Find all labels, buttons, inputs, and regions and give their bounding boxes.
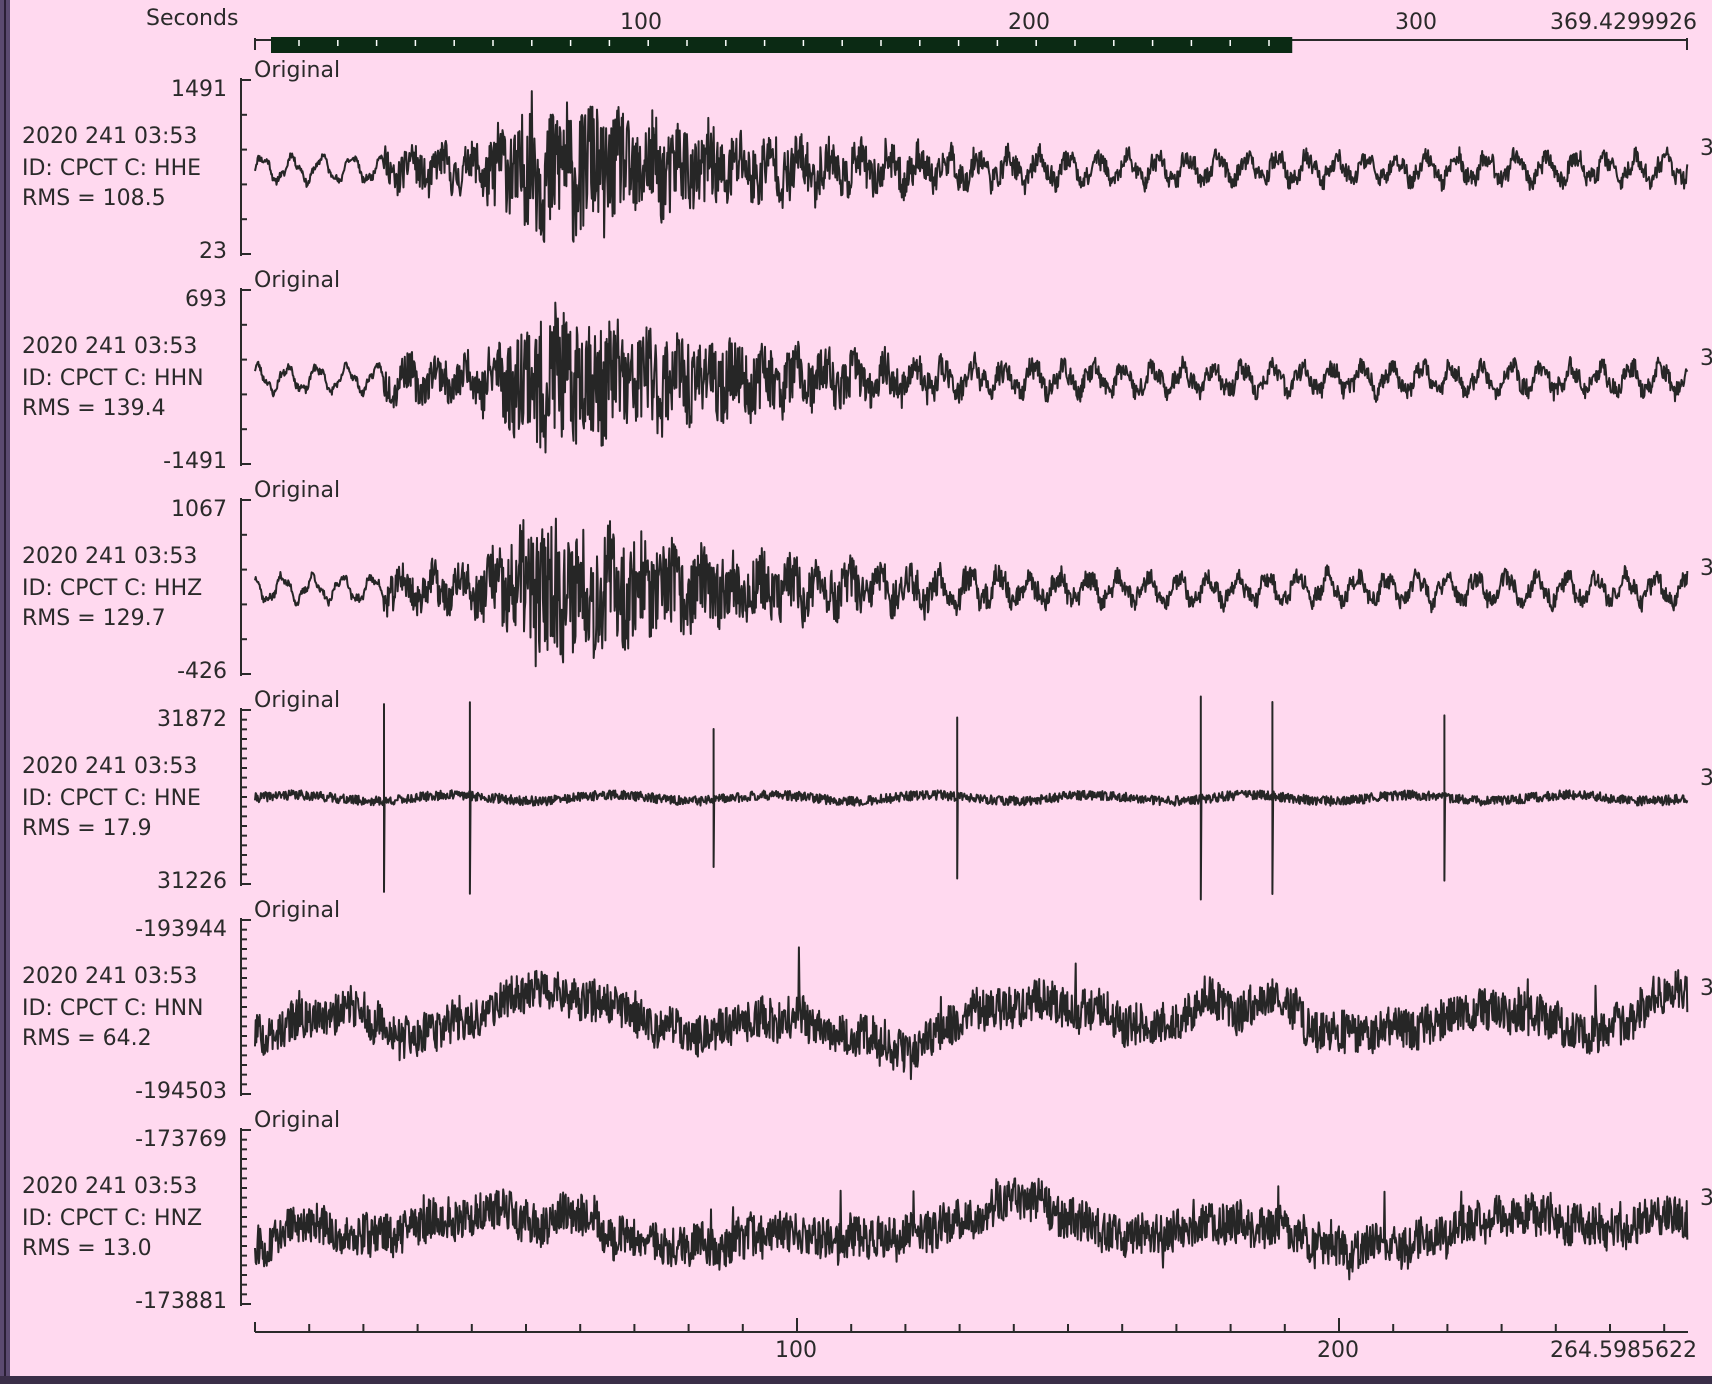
amplitude-min-label: 31226 — [157, 869, 227, 894]
amplitude-max-label: -173769 — [135, 1127, 227, 1152]
trace-rms-label: RMS = 108.5 — [22, 186, 166, 211]
trace-date-label: 2020 241 03:53 — [22, 334, 197, 359]
amplitude-max-label: 693 — [185, 287, 227, 312]
right-edge-tag: 3 — [1700, 1186, 1712, 1211]
trace-id-label: ID: CPCT C: HNZ — [22, 1206, 202, 1231]
panel-tag: Original — [254, 898, 340, 923]
time-scroll-thumb[interactable] — [271, 37, 1293, 53]
trace-rms-label: RMS = 129.7 — [22, 606, 166, 631]
waveform-trace[interactable] — [254, 517, 1689, 668]
right-edge-tag: 3 — [1700, 556, 1712, 581]
trace-panel[interactable]: Original -193944 2020 241 03:53 ID: CPCT… — [22, 898, 1712, 1104]
trace-rms-label: RMS = 64.2 — [22, 1026, 152, 1051]
trace-id-label: ID: CPCT C: HHN — [22, 366, 204, 391]
amplitude-axis — [240, 288, 251, 466]
bottom-axis-ticks — [254, 1318, 1666, 1332]
panel-tag: Original — [254, 1108, 340, 1133]
trace-date-label: 2020 241 03:53 — [22, 124, 197, 149]
amplitude-max-label: -193944 — [135, 917, 227, 942]
panel-tag: Original — [254, 268, 340, 293]
panel-tag: Original — [254, 58, 340, 83]
bottom-axis-end-value: 264.5985622 — [1550, 1338, 1697, 1363]
trace-date-label: 2020 241 03:53 — [22, 1174, 197, 1199]
trace-id-label: ID: CPCT C: HNE — [22, 786, 201, 811]
bottom-axis-tick-label-100: 100 — [775, 1338, 817, 1363]
amplitude-min-label: -426 — [177, 659, 227, 684]
trace-panel[interactable]: Original 31872 2020 241 03:53 ID: CPCT C… — [22, 688, 1712, 901]
trace-rms-label: RMS = 17.9 — [22, 816, 152, 841]
amplitude-axis — [240, 918, 251, 1096]
right-edge-tag: 3 — [1700, 766, 1712, 791]
amplitude-max-label: 1491 — [171, 77, 227, 102]
window-frame-bottom — [0, 1376, 1712, 1384]
window-frame-left — [0, 0, 10, 1384]
waveform-trace[interactable] — [254, 301, 1689, 454]
amplitude-max-label: 1067 — [171, 497, 227, 522]
amplitude-axis — [240, 498, 251, 676]
right-edge-tag: 3 — [1700, 136, 1712, 161]
trace-rms-label: RMS = 13.0 — [22, 1236, 152, 1261]
top-axis-end-value: 369.4299926 — [1550, 10, 1697, 35]
trace-panel[interactable]: Original 1067 2020 241 03:53 ID: CPCT C:… — [22, 478, 1712, 684]
amplitude-axis — [240, 708, 251, 886]
seismogram-viewer: Seconds 100 200 300 369.4299926 100 200 — [0, 0, 1712, 1384]
trace-panel[interactable]: Original 693 2020 241 03:53 ID: CPCT C: … — [22, 268, 1712, 474]
trace-date-label: 2020 241 03:53 — [22, 964, 197, 989]
panel-tag: Original — [254, 478, 340, 503]
amplitude-min-label: 23 — [199, 239, 227, 264]
trace-id-label: ID: CPCT C: HNN — [22, 996, 203, 1021]
plot-canvas[interactable]: Seconds 100 200 300 369.4299926 100 200 — [10, 0, 1712, 1376]
amplitude-min-label: -1491 — [163, 449, 227, 474]
time-scroll-bar[interactable] — [271, 37, 1293, 53]
top-axis-tick-label-300: 300 — [1395, 10, 1437, 35]
bottom-time-axis: 100 200 264.5985622 — [254, 1318, 1697, 1363]
waveform-trace[interactable] — [254, 1177, 1689, 1281]
amplitude-axis — [240, 78, 251, 256]
trace-panel[interactable]: Original -173769 2020 241 03:53 ID: CPCT… — [22, 1108, 1712, 1314]
trace-panel[interactable]: Original 1491 2020 241 03:53 ID: CPCT C:… — [22, 58, 1712, 264]
amplitude-min-label: -194503 — [135, 1079, 227, 1104]
right-edge-tag: 3 — [1700, 346, 1712, 371]
amplitude-min-label: -173881 — [135, 1289, 227, 1314]
waveform-trace[interactable] — [254, 90, 1689, 243]
trace-date-label: 2020 241 03:53 — [22, 544, 197, 569]
waveform-trace[interactable] — [254, 946, 1689, 1081]
trace-rms-label: RMS = 139.4 — [22, 396, 166, 421]
top-axis-tick-label-100: 100 — [620, 10, 662, 35]
amplitude-max-label: 31872 — [157, 707, 227, 732]
waveform-trace[interactable] — [254, 695, 1689, 901]
trace-date-label: 2020 241 03:53 — [22, 754, 197, 779]
trace-plot[interactable]: Seconds 100 200 300 369.4299926 100 200 — [10, 0, 1712, 1376]
trace-id-label: ID: CPCT C: HHE — [22, 156, 201, 181]
right-edge-tag: 3 — [1700, 976, 1712, 1001]
amplitude-axis — [240, 1128, 251, 1306]
top-axis-unit-label: Seconds — [146, 6, 238, 31]
bottom-axis-tick-label-200: 200 — [1317, 1338, 1359, 1363]
trace-id-label: ID: CPCT C: HHZ — [22, 576, 202, 601]
top-axis-tick-label-200: 200 — [1008, 10, 1050, 35]
panel-tag: Original — [254, 688, 340, 713]
